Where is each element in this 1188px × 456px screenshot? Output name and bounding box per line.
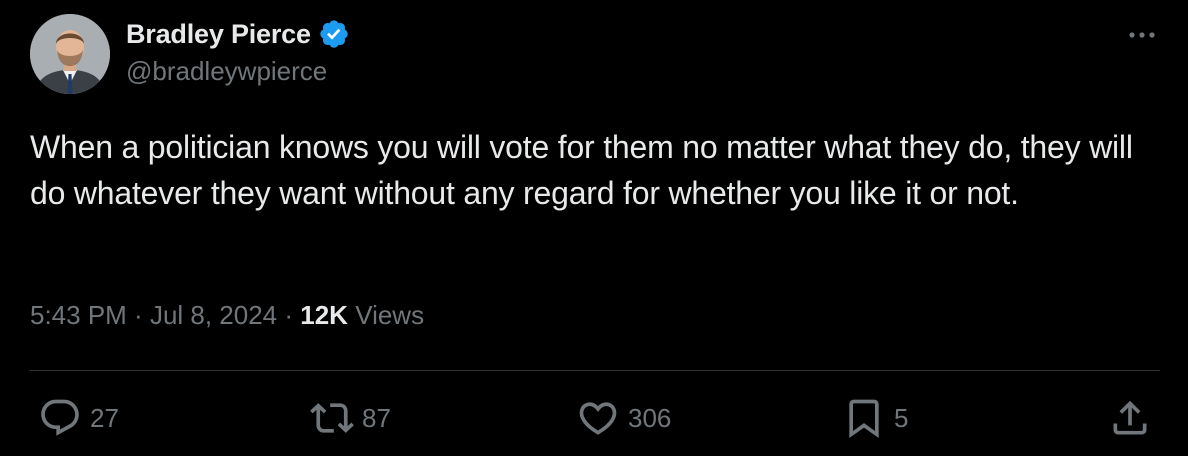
reply-count: 27 <box>90 402 119 433</box>
share-icon <box>1108 396 1152 440</box>
action-bar: 27 87 306 5 <box>0 396 1188 440</box>
bookmark-count: 5 <box>894 402 909 433</box>
reply-icon <box>38 396 82 440</box>
meta-separator: · <box>126 300 150 330</box>
tweet-time[interactable]: 5:43 PM <box>30 300 127 331</box>
tweet-date[interactable]: Jul 8, 2024 <box>150 300 277 331</box>
repost-icon <box>310 396 354 440</box>
heart-icon <box>576 396 620 440</box>
views-label: Views <box>347 300 425 330</box>
meta-separator: · <box>277 300 301 330</box>
repost-count: 87 <box>362 402 391 433</box>
divider <box>30 370 1160 371</box>
user-handle[interactable]: @bradleywpierce <box>126 56 327 87</box>
like-button[interactable]: 306 <box>576 396 671 440</box>
repost-button[interactable]: 87 <box>310 396 391 440</box>
more-icon[interactable] <box>1122 22 1162 48</box>
bookmark-button[interactable]: 5 <box>842 396 908 440</box>
tweet-text: When a politician knows you will vote fo… <box>30 129 1133 211</box>
share-button[interactable] <box>1108 396 1152 440</box>
verified-badge-icon[interactable] <box>318 18 350 50</box>
bookmark-icon <box>842 396 886 440</box>
tweet-meta: 5:43 PM · Jul 8, 2024 · 12K Views <box>30 300 424 331</box>
display-name[interactable]: Bradley Pierce <box>126 19 311 50</box>
like-count: 306 <box>628 402 672 433</box>
reply-button[interactable]: 27 <box>38 396 119 440</box>
avatar[interactable] <box>30 14 110 94</box>
views-count[interactable]: 12K <box>300 300 348 331</box>
